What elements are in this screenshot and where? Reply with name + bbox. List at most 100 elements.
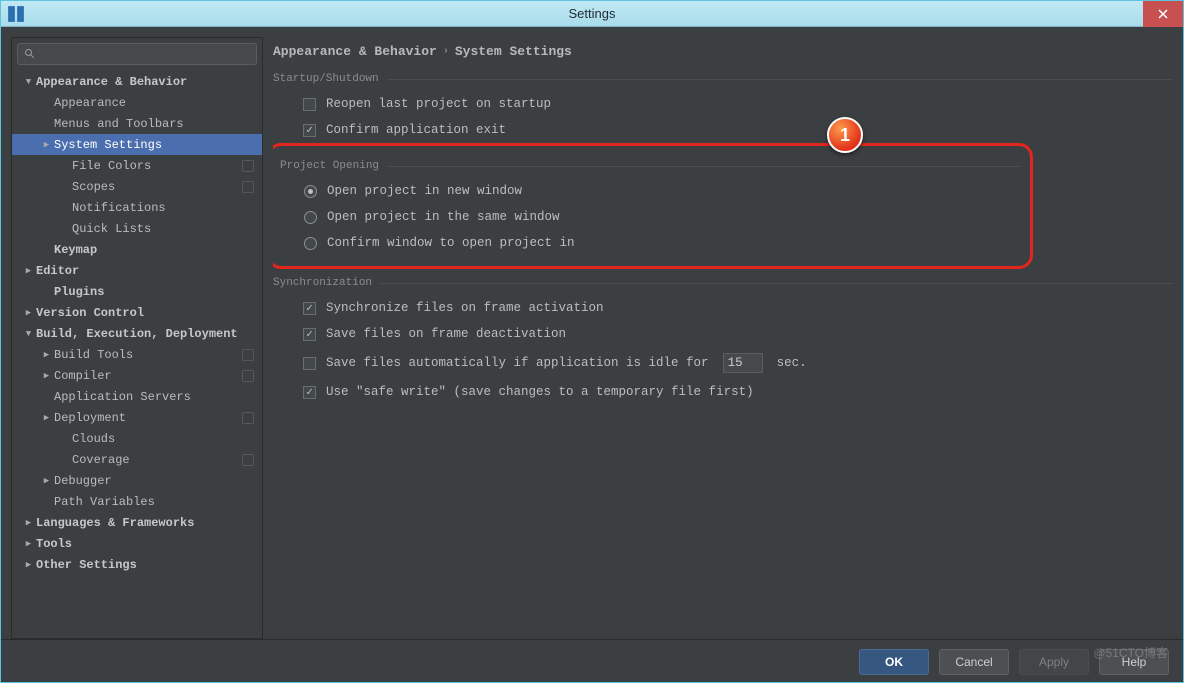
- tree-item[interactable]: Quick Lists: [12, 218, 262, 239]
- label-save-deact: Save files on frame deactivation: [326, 327, 566, 341]
- tree-item-label: Notifications: [72, 201, 166, 215]
- radio-new-window[interactable]: [304, 185, 317, 198]
- titlebar: Settings: [1, 1, 1183, 27]
- tree-item-label: Quick Lists: [72, 222, 151, 236]
- tree-item-label: Build Tools: [54, 348, 133, 362]
- label-reopen-project: Reopen last project on startup: [326, 97, 551, 111]
- cancel-button[interactable]: Cancel: [939, 649, 1009, 675]
- tree-item-label: Appearance & Behavior: [36, 75, 187, 89]
- settings-content: Appearance & Behavior › System Settings …: [273, 37, 1173, 639]
- tree-item-label: Appearance: [54, 96, 126, 110]
- chevron-right-icon: ›: [443, 46, 449, 57]
- arrow-icon: ▼: [24, 329, 33, 339]
- arrow-icon: ▶: [42, 350, 51, 360]
- tree-item-label: Build, Execution, Deployment: [36, 327, 238, 341]
- arrow-icon: ▶: [24, 539, 33, 549]
- tree-item-label: Debugger: [54, 474, 112, 488]
- tree-item[interactable]: ▶Tools: [12, 533, 262, 554]
- checkbox-safe-write[interactable]: [303, 386, 316, 399]
- search-icon: [24, 48, 36, 60]
- label-safe-write: Use "safe write" (save changes to a temp…: [326, 385, 754, 399]
- checkbox-save-idle[interactable]: [303, 357, 316, 370]
- dialog-footer: OK Cancel Apply Help: [1, 639, 1183, 683]
- tree-item-label: Version Control: [36, 306, 144, 320]
- tree-item[interactable]: Notifications: [12, 197, 262, 218]
- project-badge-icon: [242, 370, 254, 382]
- tree-item[interactable]: Clouds: [12, 428, 262, 449]
- help-button[interactable]: Help: [1099, 649, 1169, 675]
- tree-item[interactable]: Path Variables: [12, 491, 262, 512]
- input-idle-seconds[interactable]: 15: [723, 353, 763, 373]
- highlight-annotation: Project Opening Open project in new wind…: [273, 143, 1033, 269]
- label-save-idle-post: sec.: [777, 356, 807, 370]
- breadcrumb-root: Appearance & Behavior: [273, 44, 437, 59]
- arrow-icon: ▶: [42, 371, 51, 381]
- tree-item[interactable]: ▶Version Control: [12, 302, 262, 323]
- tree-item[interactable]: ▶Build Tools: [12, 344, 262, 365]
- label-confirm-exit: Confirm application exit: [326, 123, 506, 137]
- settings-sidebar: ▼Appearance & BehaviorAppearanceMenus an…: [11, 37, 263, 639]
- tree-item[interactable]: Plugins: [12, 281, 262, 302]
- tree-item[interactable]: Keymap: [12, 239, 262, 260]
- window-title: Settings: [569, 6, 616, 21]
- checkbox-reopen-project[interactable]: [303, 98, 316, 111]
- tree-item[interactable]: Menus and Toolbars: [12, 113, 262, 134]
- breadcrumb: Appearance & Behavior › System Settings: [273, 37, 1173, 65]
- arrow-icon: ▶: [24, 266, 33, 276]
- ok-button[interactable]: OK: [859, 649, 929, 675]
- tree-item[interactable]: ▶Deployment: [12, 407, 262, 428]
- tree-item[interactable]: File Colors: [12, 155, 262, 176]
- arrow-icon: ▼: [24, 77, 33, 87]
- section-sync-title: Synchronization: [273, 277, 372, 289]
- tree-item-label: Keymap: [54, 243, 97, 257]
- arrow-icon: ▶: [42, 413, 51, 423]
- label-new-window: Open project in new window: [327, 184, 522, 198]
- annotation-badge: 1: [827, 117, 863, 153]
- app-icon: [7, 5, 25, 23]
- tree-item-label: Tools: [36, 537, 72, 551]
- tree-item-label: Editor: [36, 264, 79, 278]
- tree-item[interactable]: Coverage: [12, 449, 262, 470]
- tree-item-label: System Settings: [54, 138, 162, 152]
- project-badge-icon: [242, 454, 254, 466]
- arrow-icon: ▶: [42, 476, 51, 486]
- tree-item[interactable]: ▶Compiler: [12, 365, 262, 386]
- close-button[interactable]: [1143, 1, 1183, 27]
- tree-item-label: Path Variables: [54, 495, 155, 509]
- arrow-icon: ▶: [24, 560, 33, 570]
- checkbox-sync-frame[interactable]: [303, 302, 316, 315]
- tree-item-label: Scopes: [72, 180, 115, 194]
- tree-item[interactable]: ▶Editor: [12, 260, 262, 281]
- tree-item-label: Compiler: [54, 369, 112, 383]
- search-input[interactable]: [17, 43, 257, 65]
- tree-item[interactable]: ▶Debugger: [12, 470, 262, 491]
- arrow-icon: ▶: [24, 308, 33, 318]
- tree-item[interactable]: ▼Build, Execution, Deployment: [12, 323, 262, 344]
- tree-item[interactable]: Application Servers: [12, 386, 262, 407]
- tree-item[interactable]: ▶Other Settings: [12, 554, 262, 575]
- tree-item-label: Other Settings: [36, 558, 137, 572]
- tree-item[interactable]: ▶Languages & Frameworks: [12, 512, 262, 533]
- radio-confirm-window[interactable]: [304, 237, 317, 250]
- tree-item-label: Languages & Frameworks: [36, 516, 194, 530]
- tree-item[interactable]: ▶System Settings: [12, 134, 262, 155]
- checkbox-confirm-exit[interactable]: [303, 124, 316, 137]
- tree-item-label: Coverage: [72, 453, 130, 467]
- radio-same-window[interactable]: [304, 211, 317, 224]
- tree-item[interactable]: Appearance: [12, 92, 262, 113]
- settings-tree: ▼Appearance & BehaviorAppearanceMenus an…: [12, 71, 262, 638]
- tree-item-label: Clouds: [72, 432, 115, 446]
- breadcrumb-leaf: System Settings: [455, 44, 572, 59]
- tree-item[interactable]: Scopes: [12, 176, 262, 197]
- tree-item-label: Deployment: [54, 411, 126, 425]
- tree-item-label: Plugins: [54, 285, 104, 299]
- arrow-icon: ▶: [24, 518, 33, 528]
- tree-item-label: Application Servers: [54, 390, 191, 404]
- project-badge-icon: [242, 349, 254, 361]
- apply-button[interactable]: Apply: [1019, 649, 1089, 675]
- project-badge-icon: [242, 181, 254, 193]
- label-same-window: Open project in the same window: [327, 210, 560, 224]
- project-badge-icon: [242, 160, 254, 172]
- tree-item[interactable]: ▼Appearance & Behavior: [12, 71, 262, 92]
- checkbox-save-deact[interactable]: [303, 328, 316, 341]
